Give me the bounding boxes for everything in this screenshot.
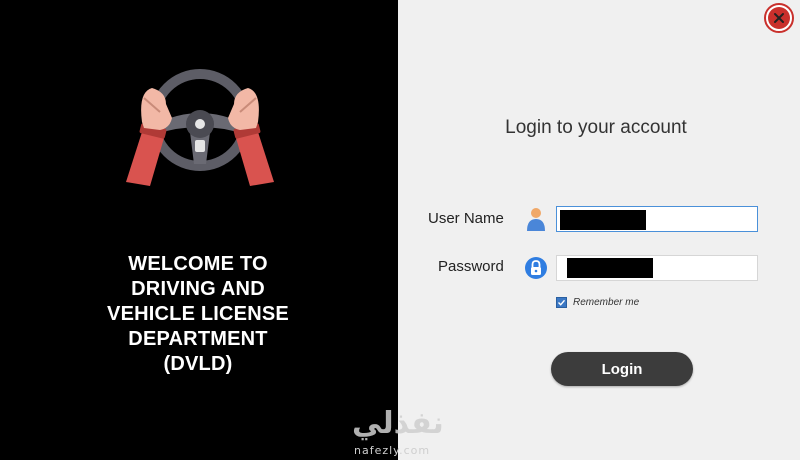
close-button[interactable] [764,3,794,33]
welcome-line: DEPARTMENT [128,328,268,350]
close-icon [768,7,790,29]
welcome-panel: WELCOME TO DRIVING AND VEHICLE LICENSE D… [0,0,398,460]
password-input[interactable] [556,255,758,281]
welcome-line: WELCOME TO [128,253,268,275]
welcome-line: (DVLD) [163,353,233,375]
login-button[interactable]: Login [551,352,693,386]
steering-wheel-hands-icon [126,69,274,186]
redacted-value [567,258,653,278]
login-title: Login to your account [505,117,687,138]
welcome-text: WELCOME TO DRIVING AND VEHICLE LICENSE D… [48,252,348,377]
password-label: Password [438,258,504,275]
welcome-line: VEHICLE LICENSE [107,303,289,325]
remember-label: Remember me [573,297,640,308]
redacted-value [560,210,646,230]
user-icon [527,208,545,231]
welcome-line: DRIVING AND [131,278,265,300]
watermark: نفذلي nafezly.com [350,404,450,460]
remember-me[interactable]: Remember me [556,297,639,308]
check-icon [558,299,566,306]
username-label: User Name [428,210,504,227]
watermark-latin: nafezly.com [354,444,431,457]
watermark-arabic: نفذلي [352,406,444,441]
username-input[interactable] [556,206,758,232]
lock-icon [525,257,547,279]
remember-checkbox[interactable] [556,297,567,308]
